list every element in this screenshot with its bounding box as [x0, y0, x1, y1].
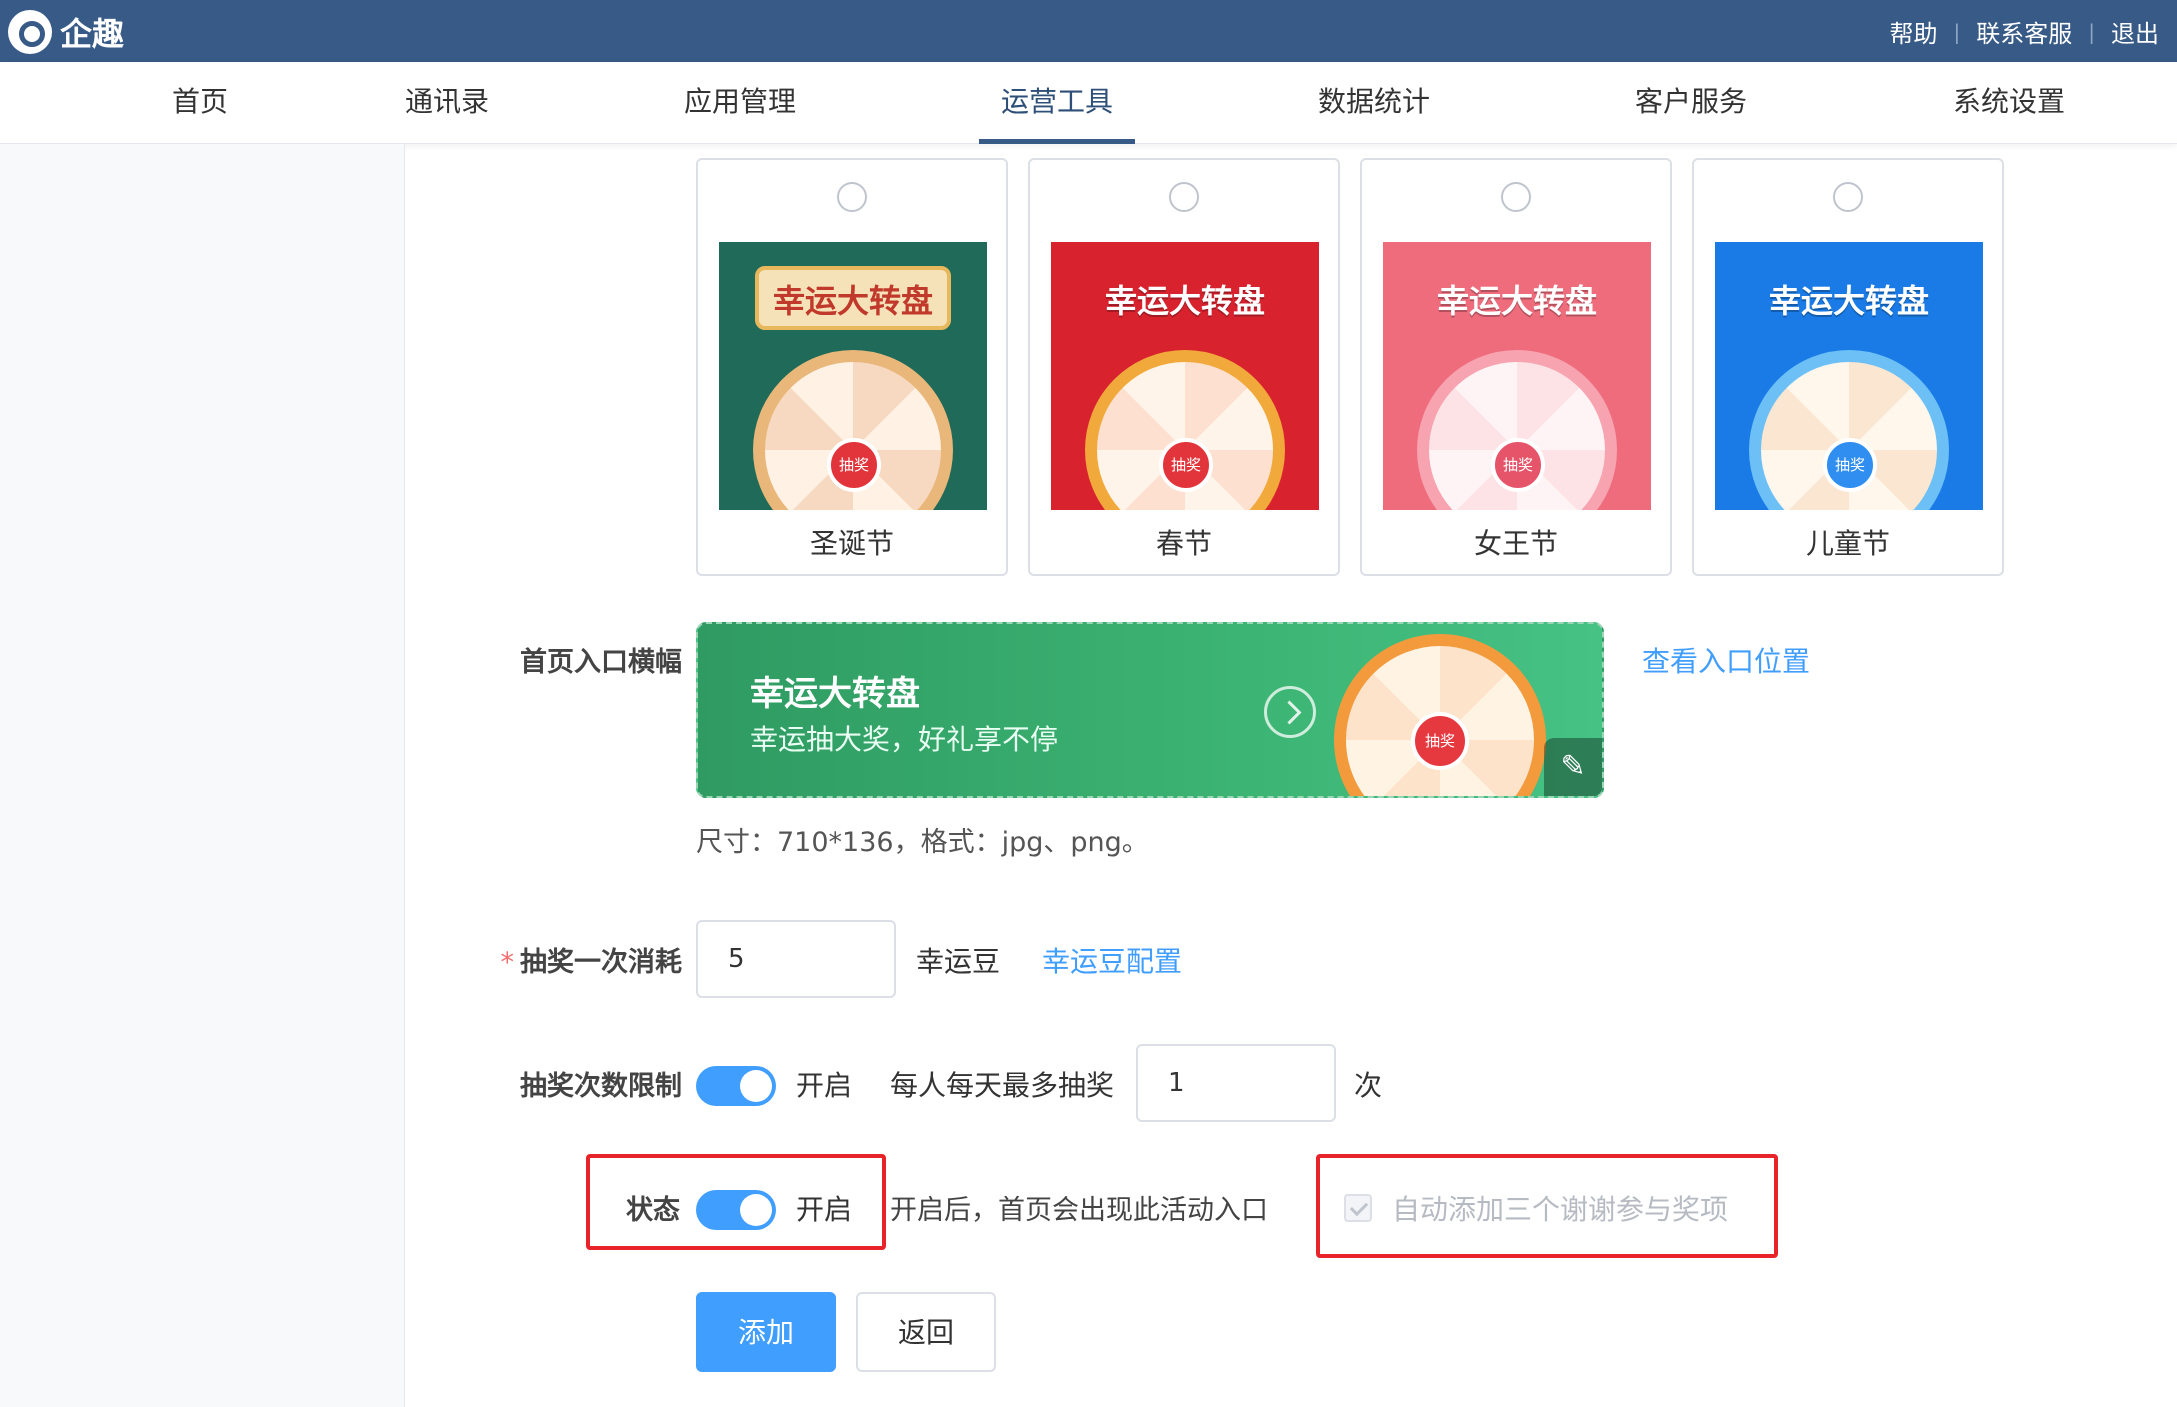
- auto-add-text: 自动添加三个谢谢参与奖项: [1392, 1193, 1729, 1226]
- thumbnail-title: 幸运大转盘: [772, 282, 933, 320]
- template-label: 春节: [1155, 527, 1212, 560]
- per-day-limit-input[interactable]: 1: [1136, 1044, 1336, 1122]
- contact-support-link[interactable]: 联系客服: [1976, 14, 2072, 49]
- divider: |: [2088, 19, 2095, 44]
- template-radio[interactable]: [837, 182, 867, 212]
- required-mark: *: [500, 947, 515, 978]
- status-hint: 开启后，首页会出现此活动入口: [890, 1195, 1268, 1226]
- draw-limit-switch[interactable]: [696, 1066, 776, 1106]
- template-label: 女王节: [1473, 527, 1558, 560]
- template-radio[interactable]: [1833, 182, 1863, 212]
- template-radio[interactable]: [1501, 182, 1531, 212]
- banner-subtitle: 幸运抽大奖，好礼享不停: [750, 723, 1059, 756]
- per-day-unit: 次: [1354, 1069, 1383, 1102]
- nav-data-statistics[interactable]: 数据统计: [1318, 62, 1430, 144]
- status-switch-text: 开启: [796, 1193, 853, 1226]
- wheel-hub: 抽奖: [1491, 438, 1545, 492]
- thumbnail-title: 幸运大转盘: [1436, 282, 1597, 320]
- nav-customer-service[interactable]: 客户服务: [1635, 62, 1747, 144]
- template-thumbnail: 幸运大转盘 抽奖: [1051, 242, 1319, 510]
- nav-contacts[interactable]: 通讯录: [405, 62, 489, 144]
- nav-operation-tools[interactable]: 运营工具: [978, 62, 1136, 144]
- per-day-text: 每人每天最多抽奖: [890, 1069, 1115, 1102]
- wheel-hub: 抽奖: [827, 438, 881, 492]
- top-links: 帮助 | 联系客服 | 退出: [1890, 14, 2160, 49]
- app-name: 企趣: [60, 15, 125, 53]
- cost-label-text: 抽奖一次消耗: [520, 947, 682, 978]
- thumbnail-title: 幸运大转盘: [1768, 282, 1929, 320]
- main-nav: 首页 通讯录 应用管理 运营工具 数据统计 客户服务 系统设置: [0, 62, 2177, 144]
- top-bar: 企趣 帮助 | 联系客服 | 退出: [0, 0, 2177, 62]
- entry-banner-image[interactable]: 幸运大转盘 幸运抽大奖，好礼享不停 抽奖 ✎: [696, 622, 1604, 798]
- arrow-right-icon: [1264, 686, 1316, 738]
- template-thumbnail: 幸运大转盘 抽奖: [719, 242, 987, 510]
- app-logo[interactable]: 企趣: [8, 9, 124, 55]
- wheel-hub: 抽奖: [1159, 438, 1213, 492]
- wheel-hub: 抽奖: [1823, 438, 1877, 492]
- add-button[interactable]: 添加: [696, 1292, 836, 1372]
- cost-unit: 幸运豆: [916, 945, 1001, 978]
- banner-size-hint: 尺寸：710*136，格式：jpg、png。: [696, 827, 1149, 858]
- template-card-spring-festival[interactable]: 幸运大转盘 抽奖 春节: [1028, 158, 1340, 576]
- cost-input[interactable]: 5: [696, 920, 896, 998]
- template-card-queens-day[interactable]: 幸运大转盘 抽奖 女王节: [1360, 158, 1672, 576]
- left-sidebar: [0, 144, 405, 1407]
- thumbnail-title: 幸运大转盘: [1104, 282, 1265, 320]
- divider: |: [1953, 19, 1961, 44]
- lucky-bean-config-link[interactable]: 幸运豆配置: [1042, 940, 1182, 980]
- template-thumbnail: 幸运大转盘 抽奖: [1383, 242, 1651, 510]
- logout-link[interactable]: 退出: [2111, 14, 2159, 49]
- back-button[interactable]: 返回: [856, 1292, 996, 1372]
- logo-icon: [8, 10, 52, 54]
- banner-wheel-hub: 抽奖: [1411, 712, 1469, 770]
- status-switch[interactable]: [696, 1190, 776, 1230]
- template-card-christmas[interactable]: 幸运大转盘 抽奖 圣诞节: [696, 158, 1008, 576]
- entry-banner-label: 首页入口横幅: [520, 647, 682, 678]
- help-link[interactable]: 帮助: [1890, 14, 1938, 49]
- nav-home[interactable]: 首页: [172, 62, 228, 144]
- status-label: 状态: [626, 1195, 680, 1226]
- template-label: 儿童节: [1805, 527, 1890, 560]
- template-thumbnail: 幸运大转盘 抽奖: [1715, 242, 1983, 510]
- edit-pencil-icon[interactable]: ✎: [1544, 738, 1602, 796]
- banner-title: 幸运大转盘: [750, 674, 920, 714]
- nav-app-management[interactable]: 应用管理: [684, 62, 796, 144]
- main-content: 幸运大转盘 抽奖 圣诞节 幸运大转盘 抽奖 春节 幸运大转盘 抽奖 女王节 幸运…: [406, 144, 2177, 1407]
- draw-limit-switch-text: 开启: [796, 1069, 853, 1102]
- auto-add-checkbox[interactable]: [1344, 1194, 1372, 1222]
- cost-label: * 抽奖一次消耗: [466, 940, 683, 979]
- template-label: 圣诞节: [809, 527, 894, 560]
- draw-limit-label: 抽奖次数限制: [520, 1071, 682, 1102]
- view-entry-position-link[interactable]: 查看入口位置: [1642, 640, 1810, 680]
- template-card-childrens-day[interactable]: 幸运大转盘 抽奖 儿童节: [1692, 158, 2004, 576]
- template-radio[interactable]: [1169, 182, 1199, 212]
- nav-system-settings[interactable]: 系统设置: [1953, 62, 2065, 144]
